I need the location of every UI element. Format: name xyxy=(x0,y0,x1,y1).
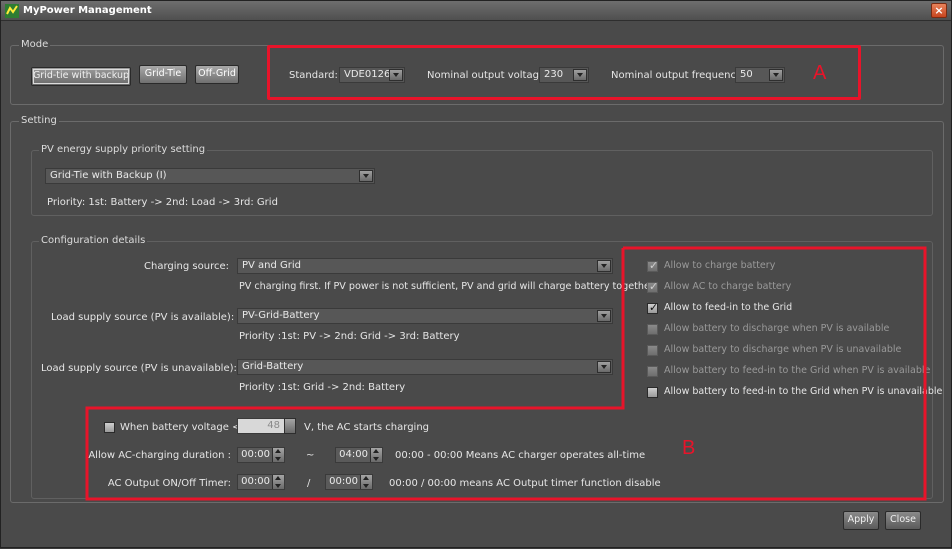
battery-voltage-unit: V, the AC starts charging xyxy=(304,422,430,433)
annotation-box-a xyxy=(267,45,861,100)
load-pv-unavailable-value: Grid-Battery xyxy=(242,361,304,372)
chevron-down-icon[interactable] xyxy=(359,170,373,182)
charging-source-note: PV charging first. If PV power is not su… xyxy=(239,281,654,292)
chevron-down-icon[interactable] xyxy=(597,260,611,272)
mode-grid-tie-button[interactable]: Grid-Tie xyxy=(139,65,187,84)
load-pv-available-label: Load supply source (PV is available): xyxy=(51,312,235,323)
load-pv-available-select[interactable]: PV-Grid-Battery xyxy=(237,308,613,324)
allow-feed-in-grid-checkbox[interactable]: ✓ xyxy=(647,301,659,314)
load-pv-available-value: PV-Grid-Battery xyxy=(242,310,320,321)
ac-duration-to-spinner[interactable]: 04:00 xyxy=(335,447,383,463)
spinner-arrows-icon[interactable] xyxy=(272,448,284,462)
checkmark-icon: ✓ xyxy=(649,301,659,314)
ac-timer-from-value: 00:00 xyxy=(241,476,270,487)
annotation-marker-b: B xyxy=(682,437,696,459)
spinner-arrows-icon[interactable] xyxy=(272,475,284,489)
allow-charge-battery-label: Allow to charge battery xyxy=(664,260,776,271)
window-close-icon[interactable]: × xyxy=(931,3,947,18)
title-bar[interactable]: MyPower Management × xyxy=(1,1,951,21)
ac-duration-note: 00:00 - 00:00 Means AC charger operates … xyxy=(395,450,646,461)
allow-discharge-pv-available-checkbox[interactable] xyxy=(647,324,658,335)
battery-voltage-input[interactable]: 48 xyxy=(237,418,296,434)
setting-group-label: Setting xyxy=(19,115,59,126)
charging-source-value: PV and Grid xyxy=(242,260,302,271)
configuration-group-label: Configuration details xyxy=(39,235,148,246)
app-logo-icon xyxy=(5,4,19,18)
ac-duration-to-value: 04:00 xyxy=(339,449,368,460)
pv-priority-group-label: PV energy supply priority setting xyxy=(39,144,208,155)
annotation-marker-a: A xyxy=(813,62,827,84)
ac-duration-separator: ~ xyxy=(306,450,315,461)
load-pv-available-note: Priority :1st: PV -> 2nd: Grid -> 3rd: B… xyxy=(239,331,460,342)
allow-battery-feed-in-pv-unavailable-checkbox[interactable] xyxy=(647,387,658,398)
allow-discharge-pv-available-label: Allow battery to discharge when PV is av… xyxy=(664,323,890,334)
spinner-icon[interactable] xyxy=(284,418,296,434)
load-pv-unavailable-select[interactable]: Grid-Battery xyxy=(237,359,613,375)
charging-source-select[interactable]: PV and Grid xyxy=(237,258,613,274)
mode-group-label: Mode xyxy=(19,39,51,50)
battery-voltage-label: When battery voltage < xyxy=(120,422,241,433)
mode-off-grid-button[interactable]: Off-Grid xyxy=(195,65,239,84)
allow-ac-charge-battery-label: Allow AC to charge battery xyxy=(664,281,792,292)
ac-timer-note: 00:00 / 00:00 means AC Output timer func… xyxy=(389,478,661,489)
battery-voltage-value: 48 xyxy=(267,420,280,431)
ac-timer-separator: / xyxy=(307,478,311,489)
checkmark-icon: ✓ xyxy=(649,259,659,272)
load-pv-unavailable-label: Load supply source (PV is unavailable): xyxy=(41,363,237,374)
pv-priority-value: Grid-Tie with Backup (I) xyxy=(50,170,167,181)
allow-battery-feed-in-pv-available-checkbox[interactable] xyxy=(647,366,658,377)
allow-discharge-pv-unavailable-checkbox[interactable] xyxy=(647,345,658,356)
ac-duration-from-spinner[interactable]: 00:00 xyxy=(237,447,285,463)
window-title: MyPower Management xyxy=(23,5,152,16)
app-window: MyPower Management × Mode Grid-tie with … xyxy=(0,0,952,548)
allow-battery-feed-in-pv-available-label: Allow battery to feed-in to the Grid whe… xyxy=(664,365,931,376)
chevron-down-icon[interactable] xyxy=(597,361,611,373)
load-pv-unavailable-note: Priority :1st: Grid -> 2nd: Battery xyxy=(239,382,406,393)
chevron-down-icon[interactable] xyxy=(597,310,611,322)
spinner-arrows-icon[interactable] xyxy=(360,475,372,489)
allow-ac-charge-battery-checkbox[interactable]: ✓ xyxy=(647,280,659,293)
checkmark-icon: ✓ xyxy=(649,280,659,293)
allow-discharge-pv-unavailable-label: Allow battery to discharge when PV is un… xyxy=(664,344,902,355)
allow-feed-in-grid-label: Allow to feed-in to the Grid xyxy=(664,302,793,313)
ac-timer-from-spinner[interactable]: 00:00 xyxy=(237,474,285,490)
ac-timer-to-value: 00:00 xyxy=(329,476,358,487)
ac-duration-from-value: 00:00 xyxy=(241,449,270,460)
ac-duration-label: Allow AC-charging duration : xyxy=(88,450,231,461)
allow-battery-feed-in-pv-unavailable-label: Allow battery to feed-in to the Grid whe… xyxy=(664,386,943,397)
close-button[interactable]: Close xyxy=(885,511,921,530)
mode-grid-tie-backup-button[interactable]: Grid-tie with backup xyxy=(31,67,131,86)
battery-voltage-checkbox[interactable] xyxy=(104,422,115,433)
pv-priority-select[interactable]: Grid-Tie with Backup (I) xyxy=(45,168,375,184)
spinner-arrows-icon[interactable] xyxy=(370,448,382,462)
ac-timer-label: AC Output ON/Off Timer: xyxy=(107,478,231,489)
ac-timer-to-spinner[interactable]: 00:00 xyxy=(325,474,373,490)
charging-source-label: Charging source: xyxy=(144,261,229,272)
apply-button[interactable]: Apply xyxy=(843,511,879,530)
allow-charge-battery-checkbox[interactable]: ✓ xyxy=(647,259,659,272)
pv-priority-text: Priority: 1st: Battery -> 2nd: Load -> 3… xyxy=(47,197,278,208)
